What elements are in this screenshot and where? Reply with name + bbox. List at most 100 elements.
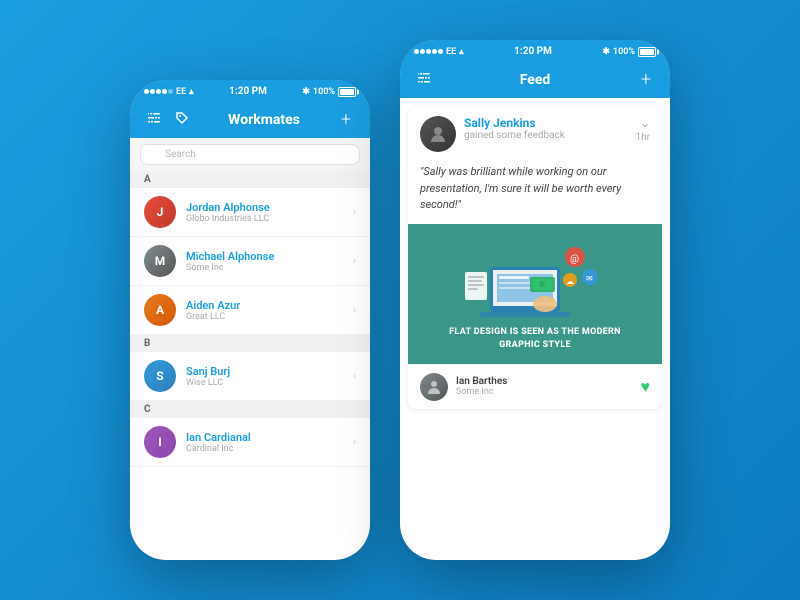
contact-name-sanj: Sanj Burj <box>186 365 353 378</box>
rdot4 <box>432 49 437 54</box>
nav-bar-left: Workmates + <box>130 101 370 138</box>
chevron-down-icon[interactable]: ⌄ <box>640 116 650 130</box>
feed-footer: Ian Barthes Some Inc ♥ <box>408 364 662 409</box>
contact-info-sanj: Sanj Burj Wise LLC <box>186 365 353 388</box>
contact-company-aiden: Great LLC <box>186 312 353 322</box>
status-bar-left: EE ▴ 1:20 PM ✱ 100% <box>130 80 370 101</box>
footer-avatar-ian <box>420 373 448 401</box>
feed-image-banner: @ ✉ ☁ FLAT DESIGN IS SEEN AS THE MODERN … <box>408 224 662 364</box>
carrier-text-right: EE <box>446 47 456 57</box>
chevron-sanj: › <box>353 371 356 382</box>
feed-image-label: FLAT DESIGN IS SEEN AS THE MODERN GRAPHI… <box>408 322 662 355</box>
phones-container: EE ▴ 1:20 PM ✱ 100% <box>130 40 670 560</box>
carrier-text: EE <box>176 87 186 97</box>
tag-icon[interactable] <box>172 111 192 129</box>
contact-name-jordan: Jordan Alphonse <box>186 201 353 214</box>
signal-dots <box>144 89 173 94</box>
right-phone: EE ▴ 1:20 PM ✱ 100% <box>400 40 670 560</box>
status-right-right: ✱ 100% <box>602 47 656 57</box>
plus-icon-right[interactable]: + <box>636 69 656 90</box>
contact-row-jordan[interactable]: J Jordan Alphonse Globo Industries LLC › <box>130 188 370 237</box>
dot4 <box>162 89 167 94</box>
battery-percent-right: 100% <box>613 47 635 57</box>
footer-name: Ian Barthes <box>456 376 507 387</box>
status-right-left: ✱ 100% <box>302 87 356 97</box>
time-right: 1:20 PM <box>514 46 552 57</box>
contact-row-sanj[interactable]: S Sanj Burj Wise LLC › <box>130 352 370 401</box>
section-c-header: C <box>130 401 370 418</box>
feed-item: Sally Jenkins gained some feedback ⌄ 1hr… <box>408 106 662 409</box>
search-input[interactable]: Search <box>140 144 360 165</box>
sliders-icon[interactable] <box>144 111 164 129</box>
rdot5 <box>438 49 443 54</box>
feed-action-text: gained some feedback <box>464 130 565 141</box>
nav-bar-right: Feed + <box>400 61 670 98</box>
footer-company: Some Inc <box>456 387 507 397</box>
contact-company-ian: Cardinal Inc <box>186 444 353 454</box>
svg-text:@: @ <box>570 254 579 265</box>
wifi-icon: ▴ <box>189 87 194 97</box>
contact-row-ian[interactable]: I Ian Cardianal Cardinal Inc › <box>130 418 370 467</box>
battery-left <box>338 87 356 97</box>
contact-row-aiden[interactable]: A Aiden Azur Great LLC › <box>130 286 370 335</box>
feed-time: 1hr <box>635 132 650 143</box>
chevron-jordan: › <box>353 207 356 218</box>
dot1 <box>144 89 149 94</box>
bluetooth-icon-right: ✱ <box>602 47 610 57</box>
time-left: 1:20 PM <box>229 86 267 97</box>
wifi-icon-right: ▴ <box>459 47 464 57</box>
contact-company-jordan: Globo Industries LLC <box>186 214 353 224</box>
contact-name-michael: Michael Alphonse <box>186 250 353 263</box>
search-bar: ⌕ Search <box>130 138 370 171</box>
dot2 <box>150 89 155 94</box>
footer-user-info: Ian Barthes Some Inc <box>456 376 507 397</box>
feed-illustration: @ ✉ ☁ <box>435 232 635 322</box>
feed-user-info: Sally Jenkins gained some feedback <box>464 116 565 141</box>
contact-info-jordan: Jordan Alphonse Globo Industries LLC <box>186 201 353 224</box>
battery-right <box>638 47 656 57</box>
sliders-icon-right[interactable] <box>414 71 434 89</box>
rdot3 <box>426 49 431 54</box>
battery-percent-left: 100% <box>313 87 335 97</box>
chevron-ian: › <box>353 437 356 448</box>
contact-name-ian: Ian Cardianal <box>186 431 353 444</box>
contact-name-aiden: Aiden Azur <box>186 299 353 312</box>
feed-avatar-sally <box>420 116 456 152</box>
nav-title-left: Workmates <box>228 112 300 128</box>
feed-quote: "Sally was brilliant while working on ou… <box>408 160 662 224</box>
contact-info-aiden: Aiden Azur Great LLC <box>186 299 353 322</box>
feed-header: Sally Jenkins gained some feedback ⌄ 1hr <box>408 106 662 160</box>
contact-company-sanj: Wise LLC <box>186 378 353 388</box>
avatar-michael: M <box>144 245 176 277</box>
signal-dots-right <box>414 49 443 54</box>
rdot2 <box>420 49 425 54</box>
nav-title-right: Feed <box>520 72 551 88</box>
avatar-jordan: J <box>144 196 176 228</box>
dot3 <box>156 89 161 94</box>
feed-meta: ⌄ 1hr <box>635 116 650 143</box>
svg-text:☁: ☁ <box>566 277 574 286</box>
avatar-ian: I <box>144 426 176 458</box>
plus-icon-left[interactable]: + <box>336 109 356 130</box>
status-bar-right: EE ▴ 1:20 PM ✱ 100% <box>400 40 670 61</box>
avatar-sanj: S <box>144 360 176 392</box>
chevron-michael: › <box>353 256 356 267</box>
avatar-aiden: A <box>144 294 176 326</box>
battery-fill-left <box>340 89 354 95</box>
dot5 <box>168 89 173 94</box>
feed-user-name: Sally Jenkins <box>464 116 565 130</box>
feed-header-left: Sally Jenkins gained some feedback <box>420 116 565 152</box>
heart-icon[interactable]: ♥ <box>641 377 651 397</box>
footer-left: Ian Barthes Some Inc <box>420 373 507 401</box>
section-b-header: B <box>130 335 370 352</box>
battery-fill-right <box>640 49 654 55</box>
contact-company-michael: Some Inc <box>186 263 353 273</box>
contact-info-michael: Michael Alphonse Some Inc <box>186 250 353 273</box>
left-phone: EE ▴ 1:20 PM ✱ 100% <box>130 80 370 560</box>
nav-icons-left <box>144 111 192 129</box>
bluetooth-icon: ✱ <box>302 87 310 97</box>
contact-row-michael[interactable]: M Michael Alphonse Some Inc › <box>130 237 370 286</box>
search-wrapper: ⌕ Search <box>140 144 360 165</box>
status-left-right: EE ▴ <box>414 47 464 57</box>
section-a-header: A <box>130 171 370 188</box>
